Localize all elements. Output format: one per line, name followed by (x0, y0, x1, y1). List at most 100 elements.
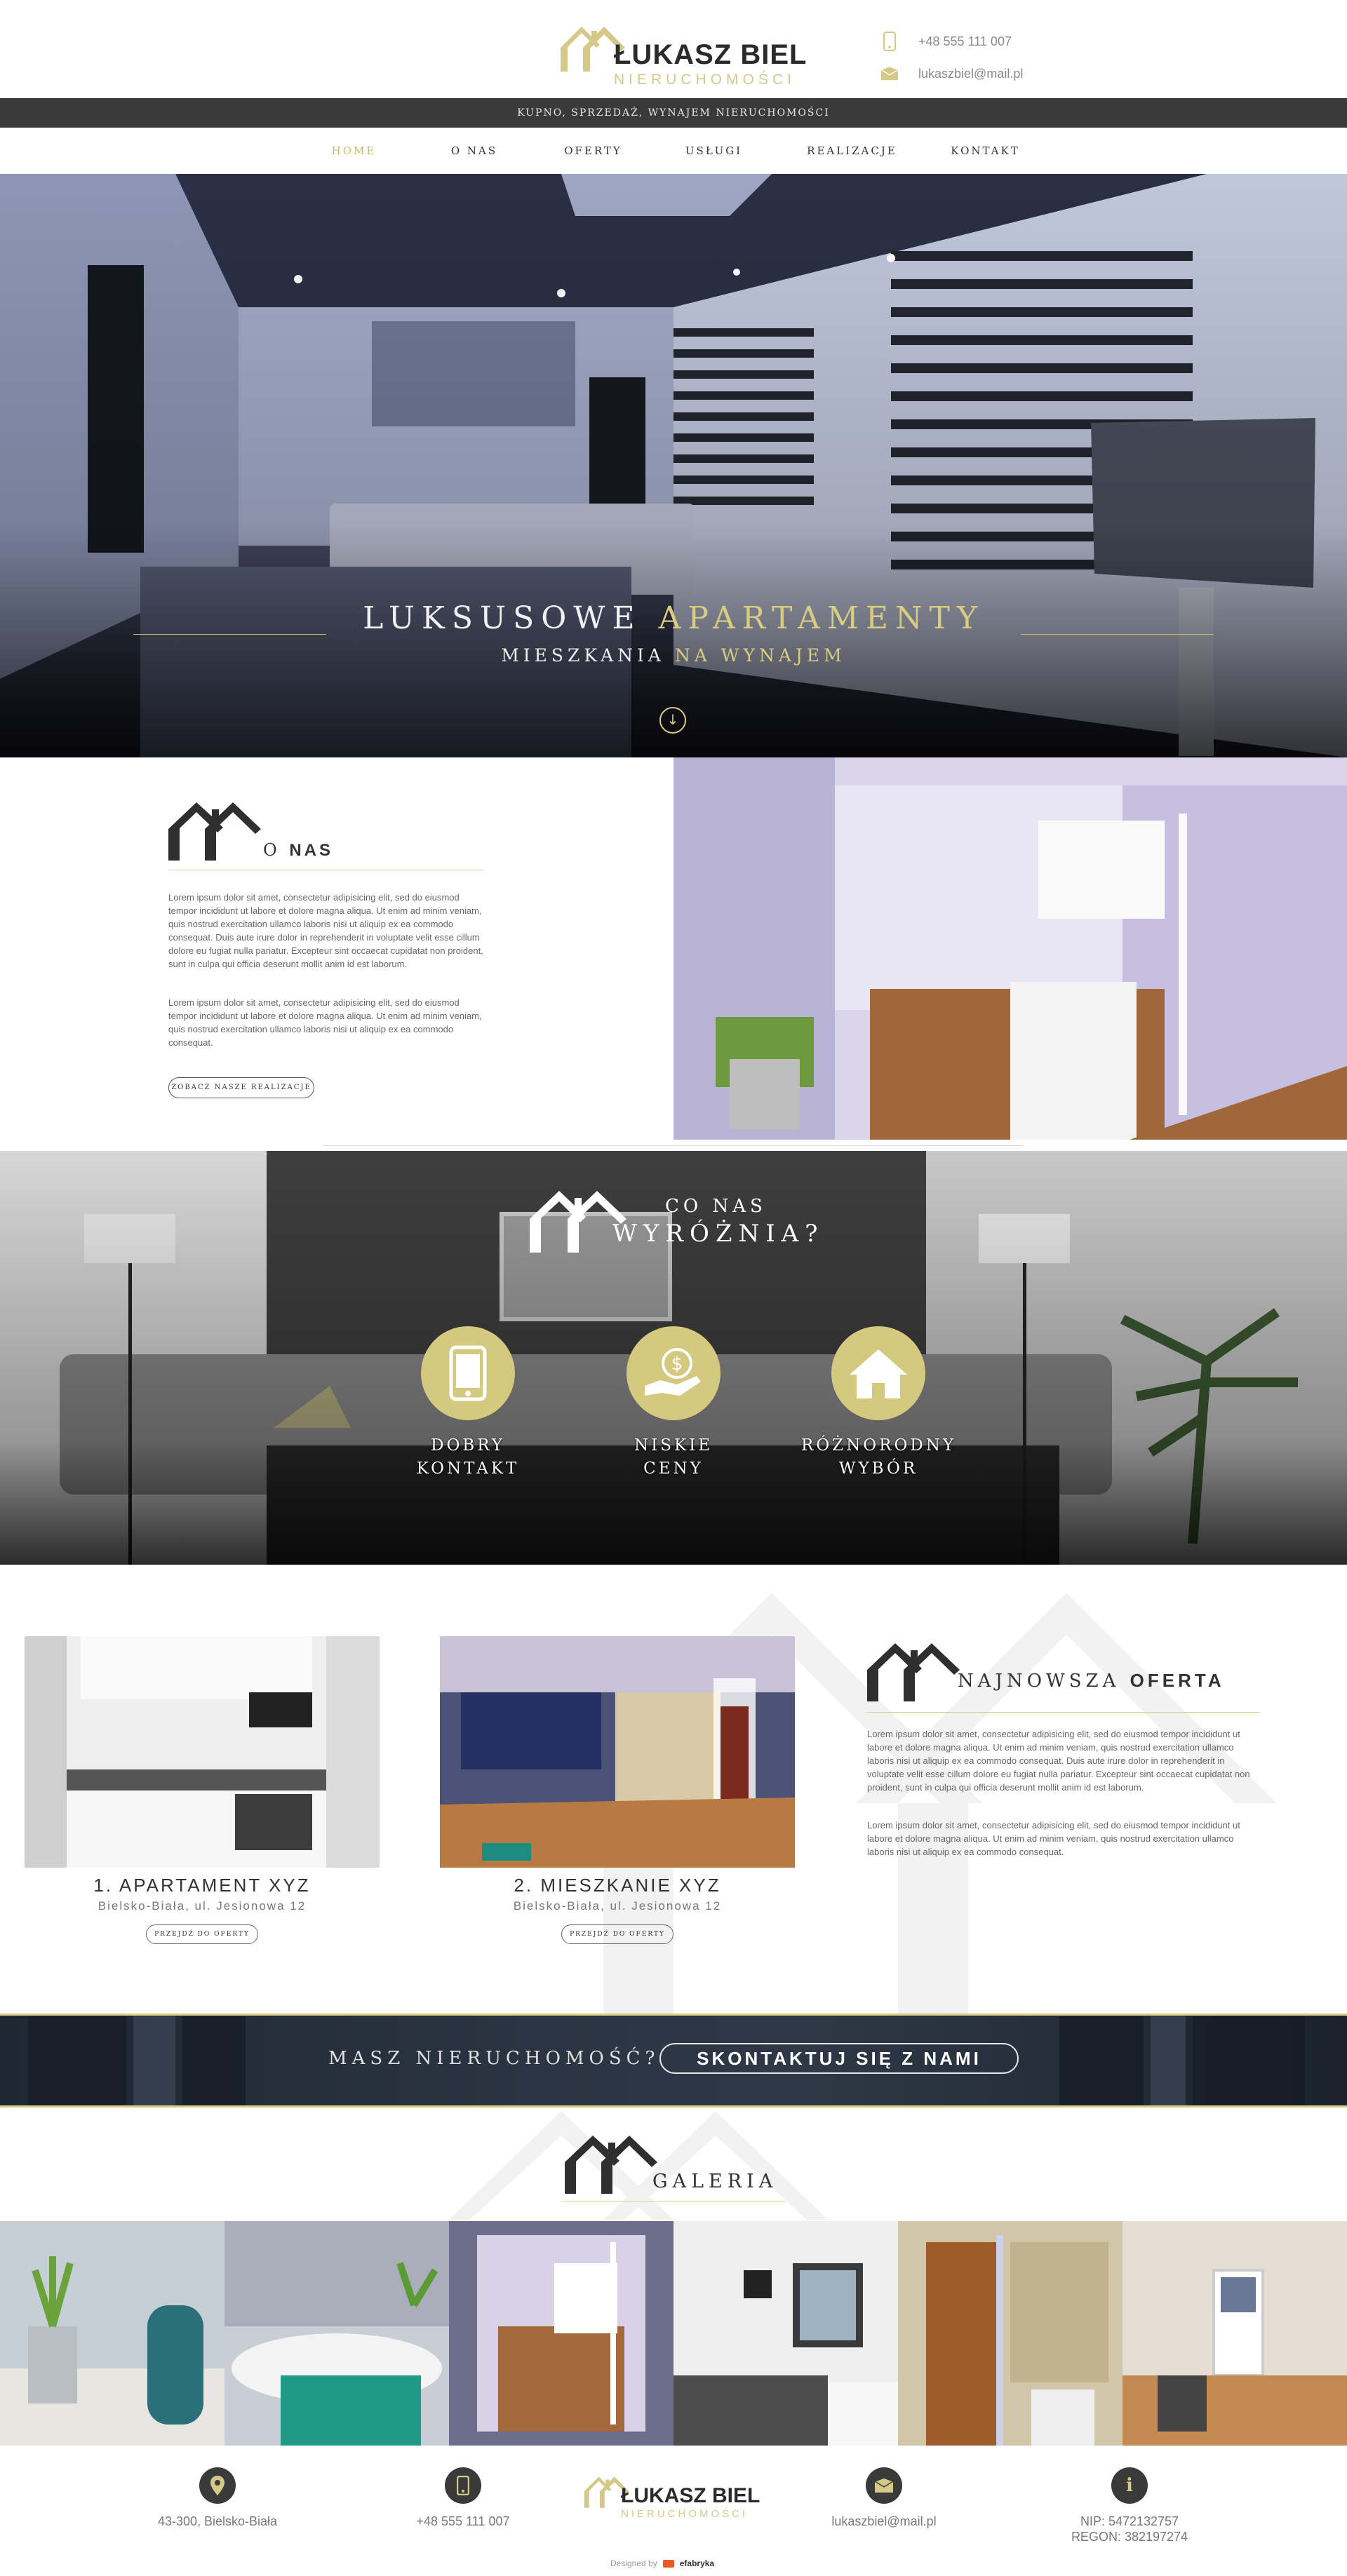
gallery-photo[interactable] (224, 2221, 449, 2446)
gallery-photo[interactable] (449, 2221, 674, 2446)
nav-realizations[interactable]: REALIZACJE (803, 144, 902, 157)
credit-label: Designed by (610, 2558, 657, 2568)
hero-title-accent: APARTAMENTY (658, 600, 984, 636)
feature-low-prices: $ NISKIE CENY (596, 1326, 751, 1481)
nav-about[interactable]: O NAS (445, 144, 504, 157)
feature-variety: RÓŻNORODNY WYBÓR (801, 1326, 956, 1481)
nav-services[interactable]: USŁUGI (683, 144, 746, 157)
footer-company-info: i NIP: 5472132757 REGON: 382197274 (1038, 2467, 1221, 2544)
kitchen-window-image (674, 2221, 898, 2446)
designer-credit[interactable]: Designed by efabryka (610, 2558, 714, 2568)
header-email-text: lukaszbiel@mail.pl (918, 66, 1024, 81)
offer-photo[interactable] (25, 1636, 380, 1868)
feature-label-line2: KONTAKT (416, 1459, 520, 1478)
footer-phone-text: +48 555 111 007 (416, 2514, 510, 2528)
footer-phone[interactable]: +48 555 111 007 (372, 2467, 554, 2529)
section-divider (323, 1145, 1024, 1146)
site-footer: 43-300, Bielsko-Biała +48 555 111 007 ŁU… (0, 2446, 1347, 2576)
features-title-top: CO NAS (665, 1196, 767, 1217)
footer-nip: NIP: 5472132757 (1080, 2514, 1179, 2528)
svg-text:$: $ (671, 1354, 683, 1375)
gallery-photo[interactable] (674, 2221, 898, 2446)
footer-logo[interactable]: ŁUKASZ BIEL NIERUCHOMOŚCI (582, 2467, 786, 2523)
newest-offer-title-b: OFERTA (1130, 1670, 1225, 1691)
nav-contact[interactable]: KONTAKT (947, 144, 1024, 157)
tagline-bar: KUPNO, SPRZEDAŻ, WYNAJEM NIERUCHOMOŚCI (0, 98, 1347, 128)
main-nav: HOME O NAS OFERTY USŁUGI REALIZACJE KONT… (0, 128, 1347, 174)
hero-subtitle-accent: NA WYNAJEM (674, 645, 846, 666)
about-title: O NAS (263, 840, 333, 861)
features-title-main: WYRÓŻNIA? (612, 1220, 824, 1248)
about-title-b: NAS (289, 841, 333, 860)
footer-email[interactable]: lukaszbiel@mail.pl (793, 2467, 975, 2529)
newest-offer-paragraph-1: Lorem ipsum dolor sit amet, consectetur … (867, 1729, 1250, 1793)
offer-title[interactable]: 2. MIESZKANIE XYZ (440, 1875, 795, 1896)
bathroom-shower-image (898, 2221, 1122, 2446)
phone-icon (445, 2467, 481, 2504)
gallery-grid (0, 2221, 1347, 2446)
newest-offer-paragraph-2: Lorem ipsum dolor sit amet, consectetur … (867, 1820, 1240, 1857)
gallery-title: GALERIA (652, 2171, 778, 2192)
kitchen-fisheye-image (449, 2221, 674, 2446)
offer-card[interactable]: 1. APARTAMENT XYZ Bielsko-Biała, ul. Jes… (25, 1636, 380, 1944)
kitchen-image (674, 757, 1347, 1140)
newest-offer-title-a: NAJNOWSZA (958, 1671, 1130, 1692)
logo-subtitle: NIERUCHOMOŚCI (614, 72, 796, 88)
see-realizations-button[interactable]: ZOBACZ NASZE REALIZACJE (168, 1077, 314, 1098)
banner-question: MASZ NIERUCHOMOŚĆ? (328, 2048, 660, 2069)
site-header: ŁUKASZ BIEL NIERUCHOMOŚCI +48 555 111 00… (0, 0, 1347, 98)
logo[interactable]: ŁUKASZ BIEL NIERUCHOMOŚCI (558, 15, 806, 93)
footer-regon: REGON: 382197274 (1071, 2530, 1188, 2544)
contact-us-button[interactable]: SKONTAKTUJ SIĘ Z NAMI (659, 2043, 1019, 2074)
offer-address: Bielsko-Biała, ul. Jesionowa 12 (98, 1899, 307, 1913)
arrow-down-circle-icon[interactable]: ↓ (659, 707, 686, 734)
go-to-offer-button[interactable]: PRZEJDŹ DO OFERTY (561, 1924, 674, 1944)
about-section: O NAS Lorem ipsum dolor sit amet, consec… (0, 757, 1347, 1140)
kitchen-white-image (25, 1636, 380, 1868)
footer-address-text: 43-300, Bielsko-Biała (157, 2514, 278, 2528)
feature-label-line1: RÓŻNORODNY (801, 1436, 957, 1455)
nav-offers[interactable]: OFERTY (562, 144, 625, 157)
newest-offer-divider (867, 1712, 1260, 1713)
house-icon (831, 1326, 925, 1420)
apartment-hall-image (440, 1636, 795, 1868)
gallery-section: GALERIA (0, 2108, 1347, 2446)
header-phone[interactable]: +48 555 111 007 (880, 32, 1012, 51)
hero-title: LUKSUSOWE APARTAMENTY (0, 600, 1347, 636)
credit-brand: efabryka (679, 2558, 715, 2568)
hallway-image (1122, 2221, 1347, 2446)
offer-card[interactable]: 2. MIESZKANIE XYZ Bielsko-Biała, ul. Jes… (440, 1636, 795, 1944)
header-email[interactable]: lukaszbiel@mail.pl (880, 65, 1023, 83)
money-hand-icon: $ (626, 1326, 721, 1420)
nav-home[interactable]: HOME (323, 144, 385, 157)
info-icon: i (1111, 2467, 1148, 2504)
mail-icon (866, 2467, 902, 2504)
efabryka-logo-icon (662, 2559, 674, 2568)
about-paragraph-1: Lorem ipsum dolor sit amet, consectetur … (168, 892, 483, 969)
go-to-offer-button[interactable]: PRZEJDŹ DO OFERTY (146, 1924, 258, 1944)
feature-label-line1: DOBRY (431, 1436, 505, 1455)
offer-address: Bielsko-Biała, ul. Jesionowa 12 (513, 1899, 722, 1913)
logo-name: ŁUKASZ BIEL (614, 39, 807, 70)
hero-banner: LUKSUSOWE APARTAMENTY MIESZKANIA NA WYNA… (0, 174, 1347, 757)
about-paragraph-2: Lorem ipsum dolor sit amet, consectetur … (168, 997, 482, 1048)
feature-label-line1: NISKIE (634, 1436, 713, 1455)
mail-icon (880, 65, 899, 83)
contact-banner: MASZ NIERUCHOMOŚĆ? SKONTAKTUJ SIĘ Z NAMI (0, 2014, 1347, 2108)
gallery-photo[interactable] (0, 2221, 224, 2446)
feature-label-line2: CENY (643, 1459, 704, 1478)
offer-title[interactable]: 1. APARTAMENT XYZ (25, 1875, 380, 1896)
newest-offer-title: NAJNOWSZA OFERTA (958, 1670, 1225, 1692)
about-title-a: O (263, 840, 290, 860)
gallery-photo[interactable] (898, 2221, 1122, 2446)
phone-icon (880, 32, 899, 51)
hero-interior-image (0, 174, 1347, 757)
header-phone-text: +48 555 111 007 (918, 34, 1012, 48)
footer-email-text: lukaszbiel@mail.pl (831, 2514, 937, 2528)
hero-subtitle: MIESZKANIA NA WYNAJEM (0, 645, 1347, 666)
offer-photo[interactable] (440, 1636, 795, 1868)
gallery-photo[interactable] (1122, 2221, 1347, 2446)
footer-logo-subtitle: NIERUCHOMOŚCI (621, 2508, 749, 2520)
offers-section: 1. APARTAMENT XYZ Bielsko-Biała, ul. Jes… (0, 1565, 1347, 2014)
footer-logo-name: ŁUKASZ BIEL (621, 2484, 760, 2507)
